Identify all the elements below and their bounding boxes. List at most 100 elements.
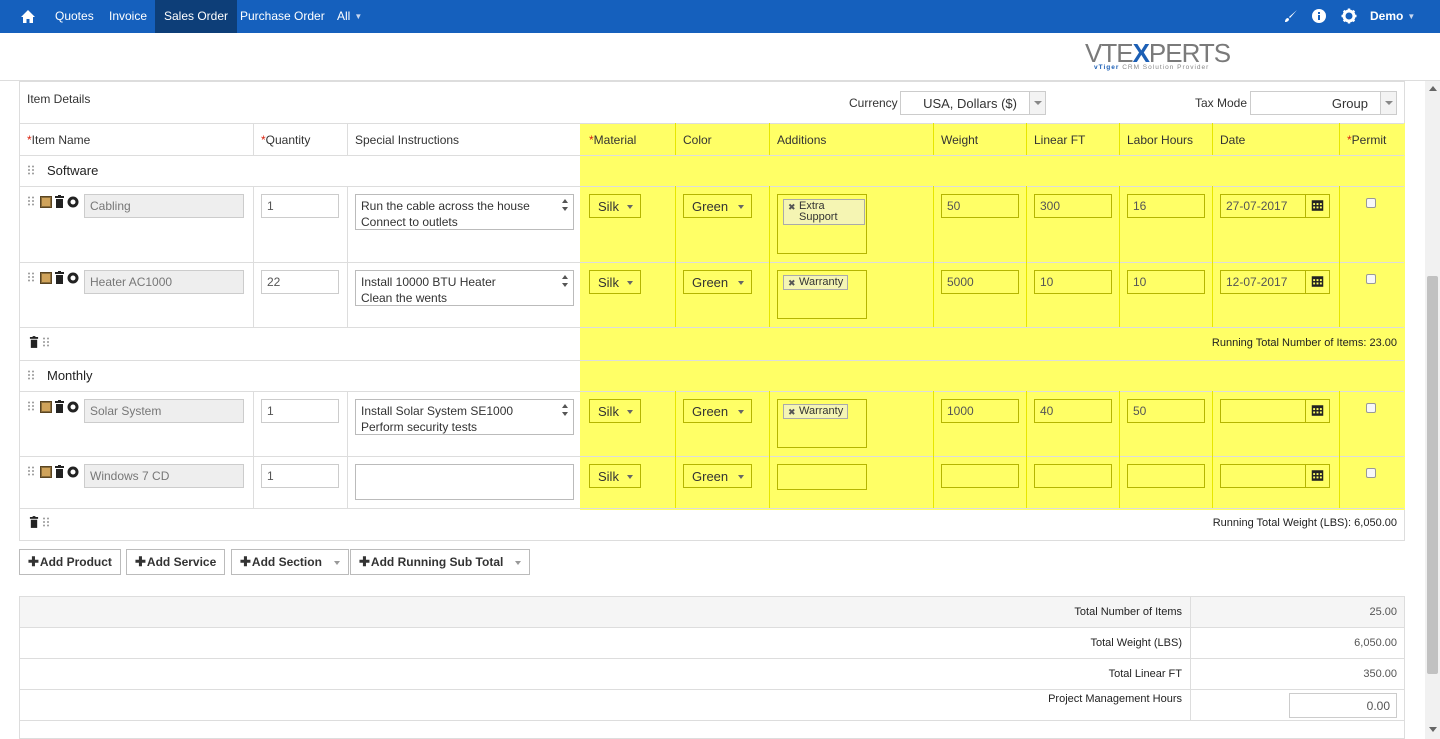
- additions-multiselect[interactable]: ✖ Warranty: [777, 270, 867, 319]
- product-image-icon[interactable]: [40, 466, 52, 478]
- logo-tagline: vTiger CRM Solution Provider: [1094, 64, 1210, 71]
- additions-multiselect[interactable]: [777, 464, 867, 490]
- close-circle-icon[interactable]: [67, 466, 79, 478]
- addition-tag[interactable]: ✖ Warranty: [783, 404, 849, 419]
- color-select[interactable]: Green: [683, 270, 752, 294]
- item-details-title: Item Details: [27, 92, 91, 106]
- trash-icon[interactable]: [54, 400, 65, 413]
- special-instructions-textarea[interactable]: Run the cable across the house Connect t…: [355, 194, 574, 230]
- addition-tag[interactable]: ✖ Extra Support: [783, 199, 865, 225]
- add-running-sub-total-button[interactable]: ✚Add Running Sub Total: [350, 549, 531, 575]
- weight-input[interactable]: 5000: [941, 270, 1019, 294]
- permit-checkbox[interactable]: [1366, 468, 1376, 478]
- permit-checkbox[interactable]: [1366, 403, 1376, 413]
- drag-handle-icon[interactable]: [42, 337, 50, 347]
- totals-value: 6,050.00: [1354, 637, 1397, 649]
- drag-handle-icon[interactable]: [27, 370, 35, 380]
- weight-input[interactable]: 50: [941, 194, 1019, 218]
- close-circle-icon[interactable]: [67, 401, 79, 413]
- remove-tag-icon[interactable]: ✖: [788, 202, 796, 213]
- weight-input[interactable]: 1000: [941, 399, 1019, 423]
- drag-handle-icon[interactable]: [27, 401, 35, 411]
- addition-tag[interactable]: ✖ Warranty: [783, 275, 849, 290]
- trash-icon[interactable]: [54, 465, 65, 478]
- close-circle-icon[interactable]: [67, 272, 79, 284]
- trash-icon[interactable]: [54, 195, 65, 208]
- drag-handle-icon[interactable]: [27, 165, 35, 175]
- material-select[interactable]: Silk: [589, 194, 641, 218]
- scroll-up-arrow[interactable]: [1429, 86, 1437, 91]
- user-name: Demo: [1370, 9, 1404, 23]
- tax-mode-select[interactable]: Group: [1250, 91, 1397, 115]
- trash-icon[interactable]: [54, 271, 65, 284]
- add-section-button[interactable]: ✚Add Section: [231, 549, 349, 575]
- quantity-input[interactable]: 1: [261, 399, 339, 423]
- weight-input[interactable]: [941, 464, 1019, 488]
- scroll-down-arrow[interactable]: [1429, 727, 1437, 732]
- col-linear-ft: Linear FT: [1034, 133, 1086, 147]
- product-image-icon[interactable]: [40, 401, 52, 413]
- special-instructions-textarea[interactable]: [355, 464, 574, 500]
- user-menu[interactable]: Demo ▼: [1370, 0, 1415, 33]
- add-product-button[interactable]: ✚Add Product: [19, 549, 121, 575]
- drag-handle-icon[interactable]: [27, 196, 35, 206]
- drag-handle-icon[interactable]: [42, 517, 50, 527]
- home-icon[interactable]: [18, 7, 38, 27]
- nav-all-menu[interactable]: All ▼: [337, 0, 362, 33]
- material-select[interactable]: Silk: [589, 399, 641, 423]
- item-name-input[interactable]: Heater AC1000: [84, 270, 244, 294]
- remove-tag-icon[interactable]: ✖: [788, 407, 796, 418]
- calendar-icon[interactable]: [1305, 464, 1329, 488]
- special-instructions-textarea[interactable]: Install Solar System SE1000 Perform secu…: [355, 399, 574, 435]
- additions-multiselect[interactable]: ✖ Warranty: [777, 399, 867, 448]
- nav-sales-order[interactable]: Sales Order: [155, 0, 238, 33]
- calendar-icon[interactable]: [1305, 399, 1329, 423]
- add-service-button[interactable]: ✚Add Service: [126, 549, 226, 575]
- running-total-items: Running Total Number of Items: 23.00: [1211, 337, 1397, 349]
- linear-ft-input[interactable]: [1034, 464, 1112, 488]
- labor-hours-input[interactable]: 50: [1127, 399, 1205, 423]
- spinner-arrows-icon: [562, 199, 568, 211]
- paint-brush-icon[interactable]: [1283, 8, 1299, 24]
- drag-handle-icon[interactable]: [27, 466, 35, 476]
- nav-invoice[interactable]: Invoice: [109, 0, 147, 33]
- permit-checkbox[interactable]: [1366, 274, 1376, 284]
- trash-icon[interactable]: [29, 516, 39, 528]
- product-image-icon[interactable]: [40, 196, 52, 208]
- linear-ft-input[interactable]: 40: [1034, 399, 1112, 423]
- currency-select[interactable]: USA, Dollars ($): [900, 91, 1046, 115]
- item-name-input[interactable]: Cabling: [84, 194, 244, 218]
- calendar-icon[interactable]: [1305, 270, 1329, 294]
- drag-handle-icon[interactable]: [27, 272, 35, 282]
- remove-tag-icon[interactable]: ✖: [788, 278, 796, 289]
- nav-purchase-order[interactable]: Purchase Order: [240, 0, 325, 33]
- material-select[interactable]: Silk: [589, 464, 641, 488]
- additions-multiselect[interactable]: ✖ Extra Support: [777, 194, 867, 254]
- item-name-input[interactable]: Solar System: [84, 399, 244, 423]
- section-title-software: Software: [47, 163, 99, 178]
- color-select[interactable]: Green: [683, 464, 752, 488]
- info-icon[interactable]: [1311, 8, 1327, 24]
- trash-icon[interactable]: [29, 336, 39, 348]
- nav-quotes[interactable]: Quotes: [55, 0, 94, 33]
- color-select[interactable]: Green: [683, 399, 752, 423]
- linear-ft-input[interactable]: 10: [1034, 270, 1112, 294]
- quantity-input[interactable]: 1: [261, 194, 339, 218]
- color-select[interactable]: Green: [683, 194, 752, 218]
- gear-icon[interactable]: [1341, 8, 1357, 24]
- product-image-icon[interactable]: [40, 272, 52, 284]
- close-circle-icon[interactable]: [67, 196, 79, 208]
- labor-hours-input[interactable]: 16: [1127, 194, 1205, 218]
- project-management-hours-input[interactable]: 0.00: [1289, 693, 1397, 718]
- quantity-input[interactable]: 1: [261, 464, 339, 488]
- permit-checkbox[interactable]: [1366, 198, 1376, 208]
- item-name-input[interactable]: Windows 7 CD: [84, 464, 244, 488]
- material-select[interactable]: Silk: [589, 270, 641, 294]
- quantity-input[interactable]: 22: [261, 270, 339, 294]
- calendar-icon[interactable]: [1305, 194, 1329, 218]
- scrollbar-thumb[interactable]: [1427, 276, 1438, 674]
- linear-ft-input[interactable]: 300: [1034, 194, 1112, 218]
- labor-hours-input[interactable]: 10: [1127, 270, 1205, 294]
- special-instructions-textarea[interactable]: Install 10000 BTU Heater Clean the wents: [355, 270, 574, 306]
- labor-hours-input[interactable]: [1127, 464, 1205, 488]
